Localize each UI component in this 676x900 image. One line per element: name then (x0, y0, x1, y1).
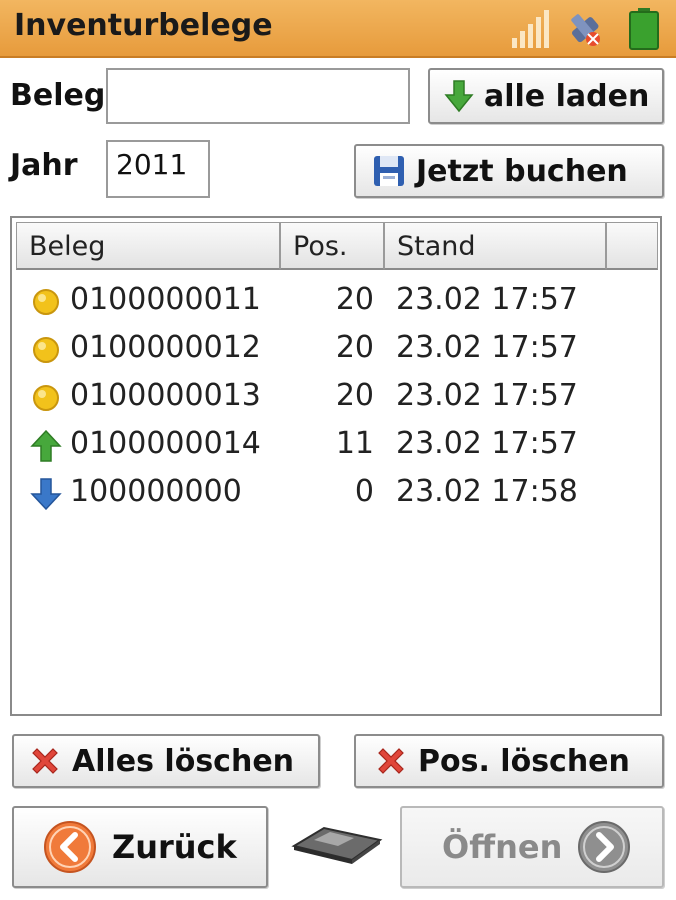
load-all-label: alle laden (484, 78, 650, 114)
page-title: Inventurbelege (14, 8, 273, 43)
back-button[interactable]: Zurück (12, 806, 268, 888)
cell-stand: 23.02 17:57 (396, 282, 578, 317)
delete-all-label: Alles löschen (72, 743, 295, 779)
forward-arrow-icon (578, 821, 631, 873)
cell-stand: 23.02 17:57 (396, 378, 578, 413)
delete-all-button[interactable]: Alles löschen (12, 734, 320, 788)
column-header-beleg[interactable]: Beleg (16, 222, 280, 270)
jahr-input[interactable]: 2011 (106, 140, 210, 198)
cell-pos: 11 (335, 426, 374, 461)
signal-icon (512, 10, 554, 48)
delete-x-icon (32, 748, 58, 774)
column-header-empty (606, 222, 658, 270)
scanner-device-icon (291, 826, 383, 864)
back-label: Zurück (112, 828, 237, 866)
cell-stand: 23.02 17:58 (396, 474, 578, 509)
table-row[interactable]: 0100000012 20 23.02 17:57 (26, 326, 646, 372)
cell-beleg: 100000000 (70, 474, 242, 509)
down-arrow-icon (444, 80, 474, 113)
cell-pos: 20 (335, 282, 374, 317)
cell-beleg: 0100000012 (70, 330, 261, 365)
pending-dot-icon (33, 385, 59, 411)
table-row[interactable]: 0100000014 11 23.02 17:57 (26, 422, 646, 468)
table-row[interactable]: 100000000 0 23.02 17:58 (26, 470, 646, 516)
title-bar: Inventurbelege (0, 0, 676, 58)
jahr-label: Jahr (10, 148, 78, 183)
battery-icon (629, 8, 659, 50)
gps-icon (571, 14, 600, 46)
beleg-table[interactable]: Beleg Pos. Stand 0100000011 20 23.02 17:… (10, 216, 662, 716)
download-arrow-icon (30, 478, 62, 510)
column-header-stand[interactable]: Stand (384, 222, 606, 270)
back-arrow-icon (44, 821, 96, 873)
table-header: Beleg Pos. Stand (16, 222, 658, 270)
table-row[interactable]: 0100000011 20 23.02 17:57 (26, 278, 646, 324)
cell-stand: 23.02 17:57 (396, 426, 578, 461)
beleg-label: Beleg (10, 78, 106, 113)
cell-beleg: 0100000011 (70, 282, 261, 317)
beleg-input[interactable] (106, 68, 410, 124)
delete-x-icon (378, 748, 404, 774)
delete-pos-label: Pos. löschen (418, 743, 630, 779)
cell-stand: 23.02 17:57 (396, 330, 578, 365)
cell-pos: 20 (335, 330, 374, 365)
book-now-button[interactable]: Jetzt buchen (354, 144, 664, 198)
open-label: Öffnen (442, 828, 563, 866)
open-button[interactable]: Öffnen (400, 806, 664, 888)
save-disk-icon (374, 156, 404, 186)
table-row[interactable]: 0100000013 20 23.02 17:57 (26, 374, 646, 420)
cell-pos: 0 (354, 474, 374, 509)
upload-arrow-icon (30, 430, 62, 462)
load-all-button[interactable]: alle laden (428, 68, 664, 124)
delete-pos-button[interactable]: Pos. löschen (354, 734, 664, 788)
cell-beleg: 0100000014 (70, 426, 261, 461)
cell-pos: 20 (335, 378, 374, 413)
column-header-pos[interactable]: Pos. (280, 222, 384, 270)
pending-dot-icon (33, 289, 59, 315)
cell-beleg: 0100000013 (70, 378, 261, 413)
pending-dot-icon (33, 337, 59, 363)
book-now-label: Jetzt buchen (416, 153, 628, 189)
